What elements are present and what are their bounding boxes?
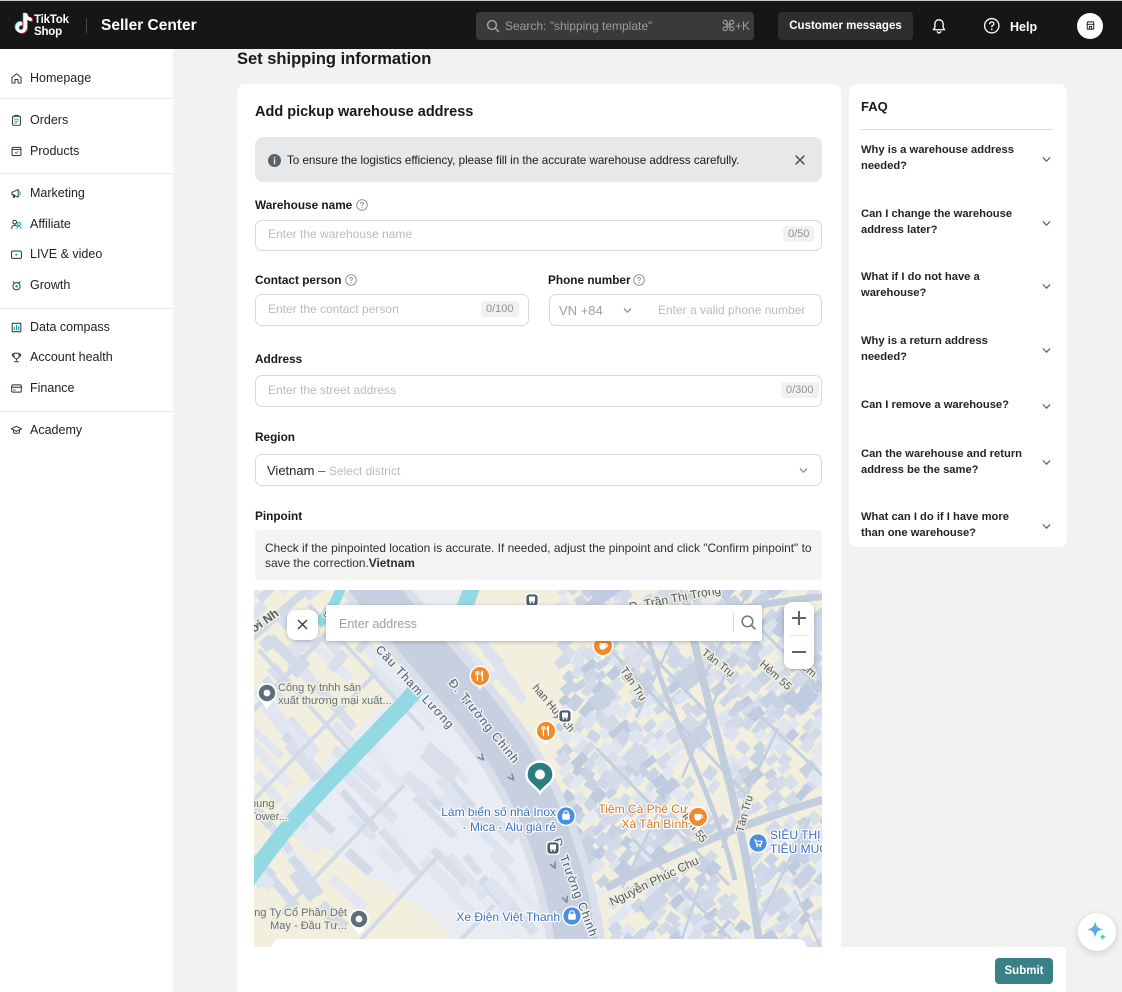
svg-text:Tower...: Tower...: [254, 811, 288, 823]
svg-text:May - Đầu Tư...: May - Đầu Tư...: [270, 920, 347, 932]
svg-text:Công ty tnhh sản: Công ty tnhh sản: [278, 682, 361, 694]
svg-text:Tiệm Cà Phê Cư: Tiệm Cà Phê Cư: [598, 802, 688, 816]
svg-text:xuất thương mại xuất...: xuất thương mại xuất...: [278, 695, 392, 707]
svg-text:TIÊU MUỐ: TIÊU MUỐ: [770, 841, 822, 856]
svg-text:SIÊU THỊ Á: SIÊU THỊ Á: [770, 827, 822, 842]
svg-text:ng Ty Cổ Phần Dệt: ng Ty Cổ Phần Dệt: [254, 907, 347, 919]
svg-text:Làm biển số nhà Inox: Làm biển số nhà Inox: [441, 805, 556, 819]
svg-text:Xe Điện Việt Thanh: Xe Điện Việt Thanh: [456, 910, 560, 924]
svg-text:- Mica - Alu giá rẻ: - Mica - Alu giá rẻ: [463, 820, 557, 834]
svg-text:hung: hung: [254, 798, 274, 810]
svg-text:Xá Tân Bình: Xá Tân Bình: [622, 817, 689, 831]
